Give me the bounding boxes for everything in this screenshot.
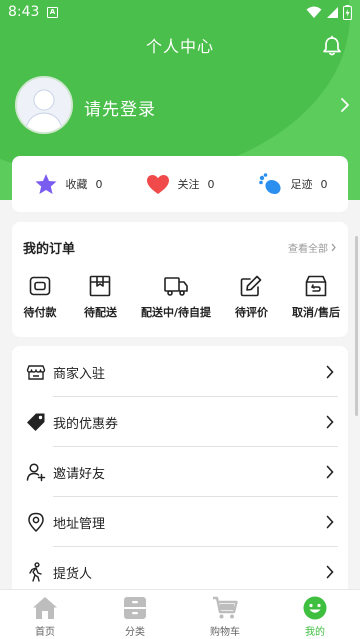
tab-mine[interactable]: 我的 <box>270 590 360 639</box>
login-prompt[interactable]: 请先登录 <box>84 95 156 120</box>
wifi-icon <box>306 6 322 18</box>
tab-label: 首页 <box>35 627 55 638</box>
status-icons <box>306 5 352 20</box>
order-pending-review[interactable]: 待评价 <box>231 274 271 320</box>
return-box-icon <box>305 275 327 297</box>
truck-icon <box>164 277 188 296</box>
chevron-right-icon <box>326 515 334 529</box>
add-user-icon <box>26 463 46 482</box>
chevron-right-icon <box>326 565 334 579</box>
tab-cart[interactable]: 购物车 <box>180 590 270 639</box>
stat-label: 关注 <box>177 178 200 191</box>
box-icon <box>90 275 111 297</box>
order-status-label: 待评价 <box>234 306 268 319</box>
chevron-right-icon <box>326 365 334 379</box>
stat-favorites[interactable]: 收藏 0 <box>12 173 124 196</box>
orders-title: 我的订单 <box>23 242 76 257</box>
order-pending-delivery[interactable]: 待配送 <box>80 274 120 320</box>
footprint-icon <box>258 173 281 195</box>
signal-icon <box>327 7 338 18</box>
stat-count: 0 <box>95 177 103 191</box>
tab-category[interactable]: 分类 <box>90 590 180 639</box>
tab-label: 我的 <box>305 627 325 638</box>
cart-icon <box>213 596 238 619</box>
tab-label: 购物车 <box>210 627 240 638</box>
home-icon <box>33 597 57 619</box>
chevron-right-icon <box>331 243 336 252</box>
chevron-right-icon <box>326 465 334 479</box>
coupon-tag-icon <box>27 413 45 431</box>
stat-label: 收藏 <box>65 178 88 191</box>
menu-item-label: 商家入驻 <box>53 366 106 382</box>
page-title: 个人中心 <box>145 37 214 56</box>
tab-label: 分类 <box>125 627 145 638</box>
avatar[interactable] <box>15 76 73 134</box>
category-icon <box>124 597 146 619</box>
bell-icon[interactable] <box>321 35 343 57</box>
chevron-right-icon <box>326 415 334 429</box>
stats-card: 收藏 0 关注 0 足迹 0 <box>12 156 348 212</box>
walking-person-icon <box>29 562 42 582</box>
edit-icon <box>241 275 262 297</box>
chevron-right-icon[interactable] <box>340 97 350 113</box>
heart-icon <box>146 174 169 194</box>
scrollbar[interactable] <box>355 236 358 416</box>
menu-item-merchant-join[interactable]: 商家入驻 <box>12 347 348 397</box>
tab-home[interactable]: 首页 <box>0 590 90 639</box>
menu-item-address-management[interactable]: 地址管理 <box>12 497 348 547</box>
status-bar: 8:43 A <box>0 0 360 26</box>
store-icon <box>26 365 46 380</box>
view-all-label: 查看全部 <box>288 244 328 255</box>
smiley-icon <box>303 596 327 620</box>
bottom-tab-bar: 首页 分类 购物车 我的 <box>0 589 360 639</box>
menu-item-coupons[interactable]: 我的优惠券 <box>12 397 348 447</box>
order-status-label: 取消/售后 <box>291 306 340 319</box>
order-pending-payment[interactable]: 待付款 <box>20 274 60 320</box>
order-status-label: 配送中/待自提 <box>140 306 211 319</box>
location-pin-icon <box>28 512 44 532</box>
menu-item-label: 提货人 <box>53 566 93 582</box>
menu-item-invite-friends[interactable]: 邀请好友 <box>12 447 348 497</box>
menu-list: 商家入驻 我的优惠券 邀请好友 地址管理 提货人 <box>12 346 348 596</box>
view-all-orders-link[interactable]: 查看全部 <box>288 240 336 255</box>
order-status-label: 待付款 <box>23 306 57 319</box>
stat-follows[interactable]: 关注 0 <box>124 174 236 195</box>
order-status-list: 待付款 待配送 配送中/待自提 待评价 取消/售后 <box>12 274 348 320</box>
star-icon <box>35 173 56 194</box>
notification-icon: A <box>47 7 58 18</box>
stat-footprints[interactable]: 足迹 0 <box>236 172 348 196</box>
stat-count: 0 <box>207 177 215 191</box>
order-in-delivery[interactable]: 配送中/待自提 <box>141 274 211 320</box>
orders-card: 我的订单 查看全部 待付款 待配送 配送中/待自提 待评价 取消/售后 <box>12 222 348 337</box>
menu-item-label: 邀请好友 <box>53 466 106 482</box>
stat-count: 0 <box>320 177 328 191</box>
menu-item-label: 地址管理 <box>53 516 106 532</box>
order-status-label: 待配送 <box>83 306 117 319</box>
wallet-icon <box>29 276 51 296</box>
stat-label: 足迹 <box>290 178 313 191</box>
status-time: 8:43 <box>8 4 40 20</box>
battery-icon <box>343 5 352 20</box>
menu-item-label: 我的优惠券 <box>53 416 119 432</box>
order-cancel-aftersales[interactable]: 取消/售后 <box>292 274 340 320</box>
